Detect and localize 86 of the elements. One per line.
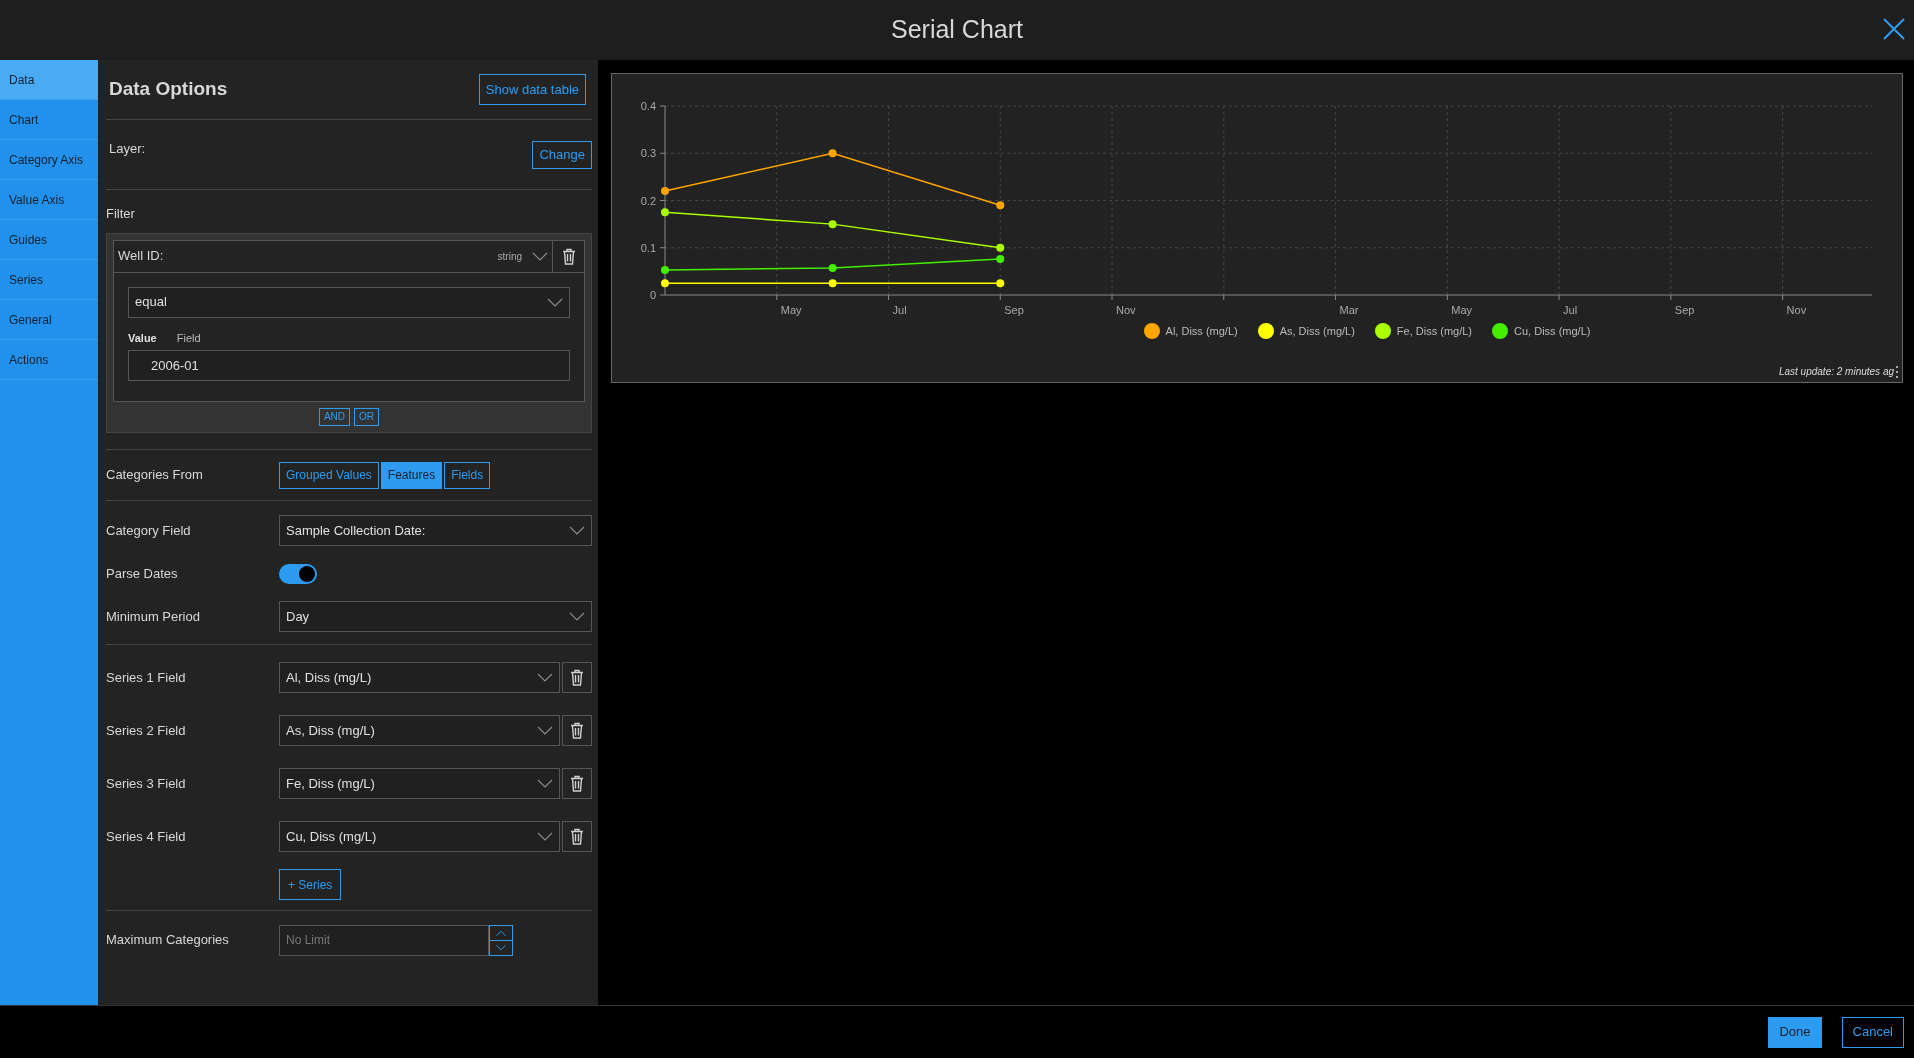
data-point [661,208,669,217]
legend-label: Al, Diss (mg/L) [1165,324,1238,339]
field-label: Series 3 Field [106,774,187,793]
trash-icon [570,722,584,739]
data-point [828,264,837,273]
y-tick-label: 0.4 [640,100,656,112]
x-tick-label: Sep [1674,304,1695,316]
legend-label: Cu, Diss (mg/L) [1514,324,1591,339]
series-field-select[interactable]: Fe, Diss (mg/L) [279,768,560,799]
field-label: Series 2 Field [106,721,187,740]
data-point [661,279,669,288]
data-point [828,149,837,158]
filter-label: Filter [106,205,136,223]
done-button[interactable]: Done [1768,1016,1822,1048]
trash-icon [570,828,584,845]
minimum-period-select[interactable]: Day [279,601,592,632]
dropdown-caret-icon [537,673,553,682]
categories-option[interactable]: Grouped Values [279,461,379,489]
x-tick-label: May [780,304,802,316]
y-tick-label: 0.2 [640,194,656,207]
x-tick-label: Mar [1339,304,1359,316]
x-tick-label: Nov [1116,304,1136,316]
add-series-button[interactable]: + Series [279,869,342,900]
x-tick-label: Sep [1004,304,1024,316]
y-tick-label: 0 [649,289,656,301]
data-point [661,265,669,274]
dropdown-caret-icon [537,832,553,841]
filter-field-select[interactable]: Well ID: string [114,240,552,272]
maximum-categories-input[interactable]: No Limit [279,924,489,956]
dropdown-caret-icon [532,251,548,261]
dropdown-caret-icon [537,726,553,735]
operator-select[interactable]: equal [128,286,570,318]
y-tick-label: 0.3 [640,147,656,160]
value-mode-tab[interactable]: Field [176,329,201,346]
dropdown-caret-icon [569,526,585,535]
layer-label: Layer: [109,139,146,158]
filter-value-input[interactable]: 2006-01 [128,350,570,381]
delete-series-button[interactable] [562,821,592,852]
nav-tab[interactable]: Data [0,60,98,100]
parse-dates-toggle[interactable] [279,563,317,584]
dropdown-caret-icon [537,779,553,788]
data-point [661,187,669,196]
last-update-text: Last update: 2 minutes ag [1778,365,1894,379]
x-tick-label: May [1451,304,1473,316]
value-mode-tab[interactable]: Value [128,329,157,346]
data-point [996,243,1005,252]
delete-series-button[interactable] [562,768,592,799]
field-label: Minimum Period [106,607,201,626]
dropdown-caret-icon [569,612,585,621]
data-point [828,220,837,229]
join-button[interactable]: AND [318,408,351,426]
series-field-select[interactable]: Cu, Diss (mg/L) [279,821,560,852]
data-point [996,255,1005,264]
x-tick-label: Nov [1786,304,1807,316]
x-tick-label: Jul [1563,304,1578,316]
change-button[interactable]: Change [532,140,592,169]
cancel-button[interactable]: Cancel [1841,1016,1904,1048]
field-label: Series 1 Field [106,668,187,687]
dropdown-caret-icon [547,297,563,307]
delete-series-button[interactable] [562,662,592,693]
trash-icon [570,775,584,792]
field-label: Series 4 Field [106,827,187,846]
field-label: Parse Dates [106,564,179,583]
window-title: Serial Chart [891,14,1023,46]
data-point [828,279,837,288]
categories-option[interactable]: Fields [444,461,491,489]
field-label: Maximum Categories [106,931,230,950]
join-button[interactable]: OR [354,408,380,426]
x-tick-label: Jul [892,304,907,316]
resize-grip-icon[interactable] [1895,365,1899,378]
panel-title: Data Options [109,77,228,102]
delete-series-button[interactable] [562,715,592,746]
category-field-select[interactable]: Sample Collection Date: [279,515,592,546]
categories-option[interactable]: Features [380,461,443,489]
legend-label: As, Diss (mg/L) [1279,324,1355,339]
data-point [996,201,1005,210]
y-tick-label: 0.1 [640,241,656,254]
legend-label: Fe, Diss (mg/L) [1396,324,1473,339]
field-label: Categories From [106,466,204,485]
field-label: Category Field [106,521,192,540]
series-field-select[interactable]: Al, Diss (mg/L) [279,662,560,693]
series-field-select[interactable]: As, Diss (mg/L) [279,715,560,746]
show-data-table-button[interactable]: Show data table [478,74,586,105]
data-point [996,279,1005,288]
trash-icon [570,669,584,686]
trash-icon [561,247,576,265]
